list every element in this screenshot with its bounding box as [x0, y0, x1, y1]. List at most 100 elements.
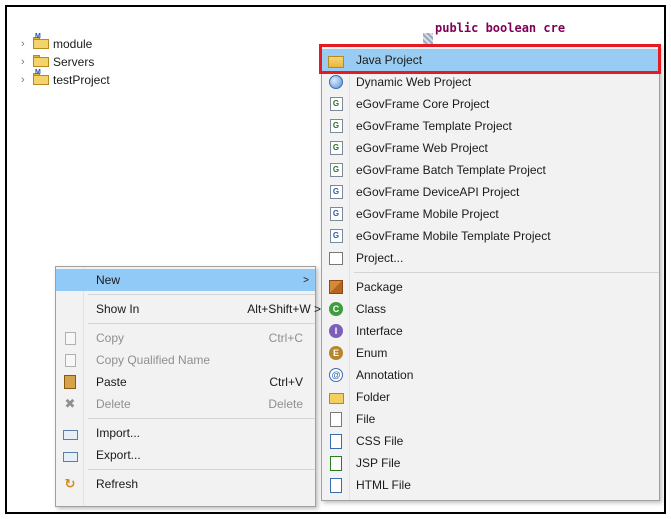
submenu-item-egovframe-batch-template-project[interactable]: G eGovFrame Batch Template Project — [322, 159, 659, 181]
copy-icon — [64, 331, 76, 345]
submenu-item-egovframe-web-project[interactable]: G eGovFrame Web Project — [322, 137, 659, 159]
menu-item-label: Java Project — [356, 53, 423, 67]
menu-item-label: Export... — [96, 448, 141, 462]
menu-item-label: New — [96, 273, 121, 287]
menu-item-shortcut: Alt+Shift+W > — [247, 302, 321, 316]
menu-item-label: CSS File — [356, 434, 404, 448]
refresh-icon: ↻ — [64, 476, 76, 491]
package-icon — [329, 280, 343, 294]
menu-item-label: eGovFrame DeviceAPI Project — [356, 185, 520, 199]
submenu-item-project[interactable]: Project... — [322, 247, 659, 269]
submenu-item-egovframe-deviceapi-project[interactable]: G eGovFrame DeviceAPI Project — [322, 181, 659, 203]
submenu-item-annotation[interactable]: @ Annotation — [322, 364, 659, 386]
submenu-arrow-icon: > — [303, 274, 309, 286]
menu-item-label: HTML File — [356, 478, 411, 492]
tree-item-module[interactable]: › M module — [21, 33, 110, 53]
code-line: public boolean cre — [435, 21, 566, 35]
jsp-file-icon — [330, 455, 342, 471]
menu-item-refresh[interactable]: ↻ Refresh — [56, 473, 315, 495]
menu-item-shortcut: Delete — [268, 397, 303, 411]
menu-item-label: eGovFrame Template Project — [356, 119, 512, 133]
menu-item-import[interactable]: Import... — [56, 422, 315, 444]
menu-item-label: Enum — [356, 346, 388, 360]
menu-item-label: eGovFrame Batch Template Project — [356, 163, 546, 177]
menu-separator — [88, 294, 315, 295]
dynamic-web-project-icon — [329, 75, 343, 89]
submenu-item-egovframe-core-project[interactable]: G eGovFrame Core Project — [322, 93, 659, 115]
paste-icon — [64, 375, 76, 389]
menu-item-label: Folder — [356, 390, 391, 404]
menu-item-label: Class — [356, 302, 387, 316]
egovframe-core-icon: G — [329, 97, 343, 111]
egovframe-deviceapi-icon: G — [329, 185, 343, 199]
annotation-icon: @ — [329, 368, 343, 382]
folder-icon — [328, 392, 344, 404]
submenu-item-egovframe-mobile-template-project[interactable]: G eGovFrame Mobile Template Project — [322, 225, 659, 247]
new-submenu: Java Project Dynamic Web Project G eGovF… — [321, 45, 660, 501]
html-file-icon — [330, 477, 342, 493]
menu-item-copy-qualified-name[interactable]: Copy Qualified Name — [56, 349, 315, 371]
import-icon — [62, 430, 78, 440]
egovframe-mobile-template-icon: G — [329, 229, 343, 243]
menu-item-shortcut: Ctrl+V — [269, 375, 303, 389]
submenu-item-class[interactable]: C Class — [322, 298, 659, 320]
project-icon — [329, 252, 343, 265]
menu-item-label: File — [356, 412, 376, 426]
menu-separator — [88, 469, 315, 470]
menu-item-copy[interactable]: Copy Ctrl+C — [56, 327, 315, 349]
egovframe-mobile-icon: G — [329, 207, 343, 221]
tree-item-label: Servers — [53, 55, 95, 69]
tree-item-label: testProject — [53, 73, 110, 87]
menu-item-delete[interactable]: ✖ Delete Delete — [56, 393, 315, 415]
submenu-item-egovframe-mobile-project[interactable]: G eGovFrame Mobile Project — [322, 203, 659, 225]
menu-item-label: Project... — [356, 251, 404, 265]
enum-icon: E — [329, 346, 343, 360]
submenu-item-interface[interactable]: I Interface — [322, 320, 659, 342]
menu-item-show-in[interactable]: Show In Alt+Shift+W > — [56, 298, 321, 320]
menu-item-paste[interactable]: Paste Ctrl+V — [56, 371, 315, 393]
expand-arrow-icon[interactable]: › — [21, 56, 33, 68]
menu-separator — [354, 272, 659, 273]
menu-item-label: eGovFrame Mobile Project — [356, 207, 499, 221]
class-icon: C — [329, 302, 343, 316]
menu-separator — [88, 418, 315, 419]
file-icon — [330, 411, 342, 427]
menu-item-label: Copy Qualified Name — [96, 353, 211, 367]
submenu-item-dynamic-web-project[interactable]: Dynamic Web Project — [322, 71, 659, 93]
menu-item-label: Annotation — [356, 368, 414, 382]
menu-item-label: Show In — [96, 302, 140, 316]
menu-item-label: JSP File — [356, 456, 401, 470]
tree-item-testproject[interactable]: › M testProject — [21, 69, 110, 89]
submenu-item-egovframe-template-project[interactable]: G eGovFrame Template Project — [322, 115, 659, 137]
menu-item-label: Import... — [96, 426, 141, 440]
menu-item-label: Dynamic Web Project — [356, 75, 472, 89]
menu-separator — [88, 323, 315, 324]
submenu-item-css-file[interactable]: CSS File — [322, 430, 659, 452]
egovframe-web-icon: G — [329, 141, 343, 155]
menu-item-label: eGovFrame Core Project — [356, 97, 490, 111]
expand-arrow-icon[interactable]: › — [21, 38, 33, 50]
copy-qualified-name-icon — [64, 353, 76, 367]
submenu-item-file[interactable]: File — [322, 408, 659, 430]
menu-item-shortcut: Ctrl+C — [268, 331, 303, 345]
submenu-item-java-project[interactable]: Java Project — [322, 49, 659, 71]
package-explorer-tree: › M module › Servers › M testProject — [21, 33, 110, 89]
menu-item-export[interactable]: Export... — [56, 444, 315, 466]
submenu-item-jsp-file[interactable]: JSP File — [322, 452, 659, 474]
expand-arrow-icon[interactable]: › — [21, 74, 33, 86]
menu-item-label: eGovFrame Mobile Template Project — [356, 229, 551, 243]
css-file-icon — [330, 433, 342, 449]
menu-item-label: Copy — [96, 331, 125, 345]
submenu-item-package[interactable]: Package — [322, 276, 659, 298]
menu-item-label: Package — [356, 280, 403, 294]
submenu-item-html-file[interactable]: HTML File — [322, 474, 659, 496]
screenshot-frame: › M module › Servers › M testProject pub… — [5, 5, 666, 514]
submenu-item-enum[interactable]: E Enum — [322, 342, 659, 364]
java-project-icon — [328, 55, 344, 68]
submenu-item-folder[interactable]: Folder — [322, 386, 659, 408]
menu-item-label: Interface — [356, 324, 403, 338]
context-menu: New > Show In Alt+Shift+W > Copy Ctrl+C … — [55, 266, 321, 507]
interface-icon: I — [329, 324, 343, 338]
tree-item-label: module — [53, 37, 93, 51]
menu-item-new[interactable]: New > — [56, 269, 315, 291]
